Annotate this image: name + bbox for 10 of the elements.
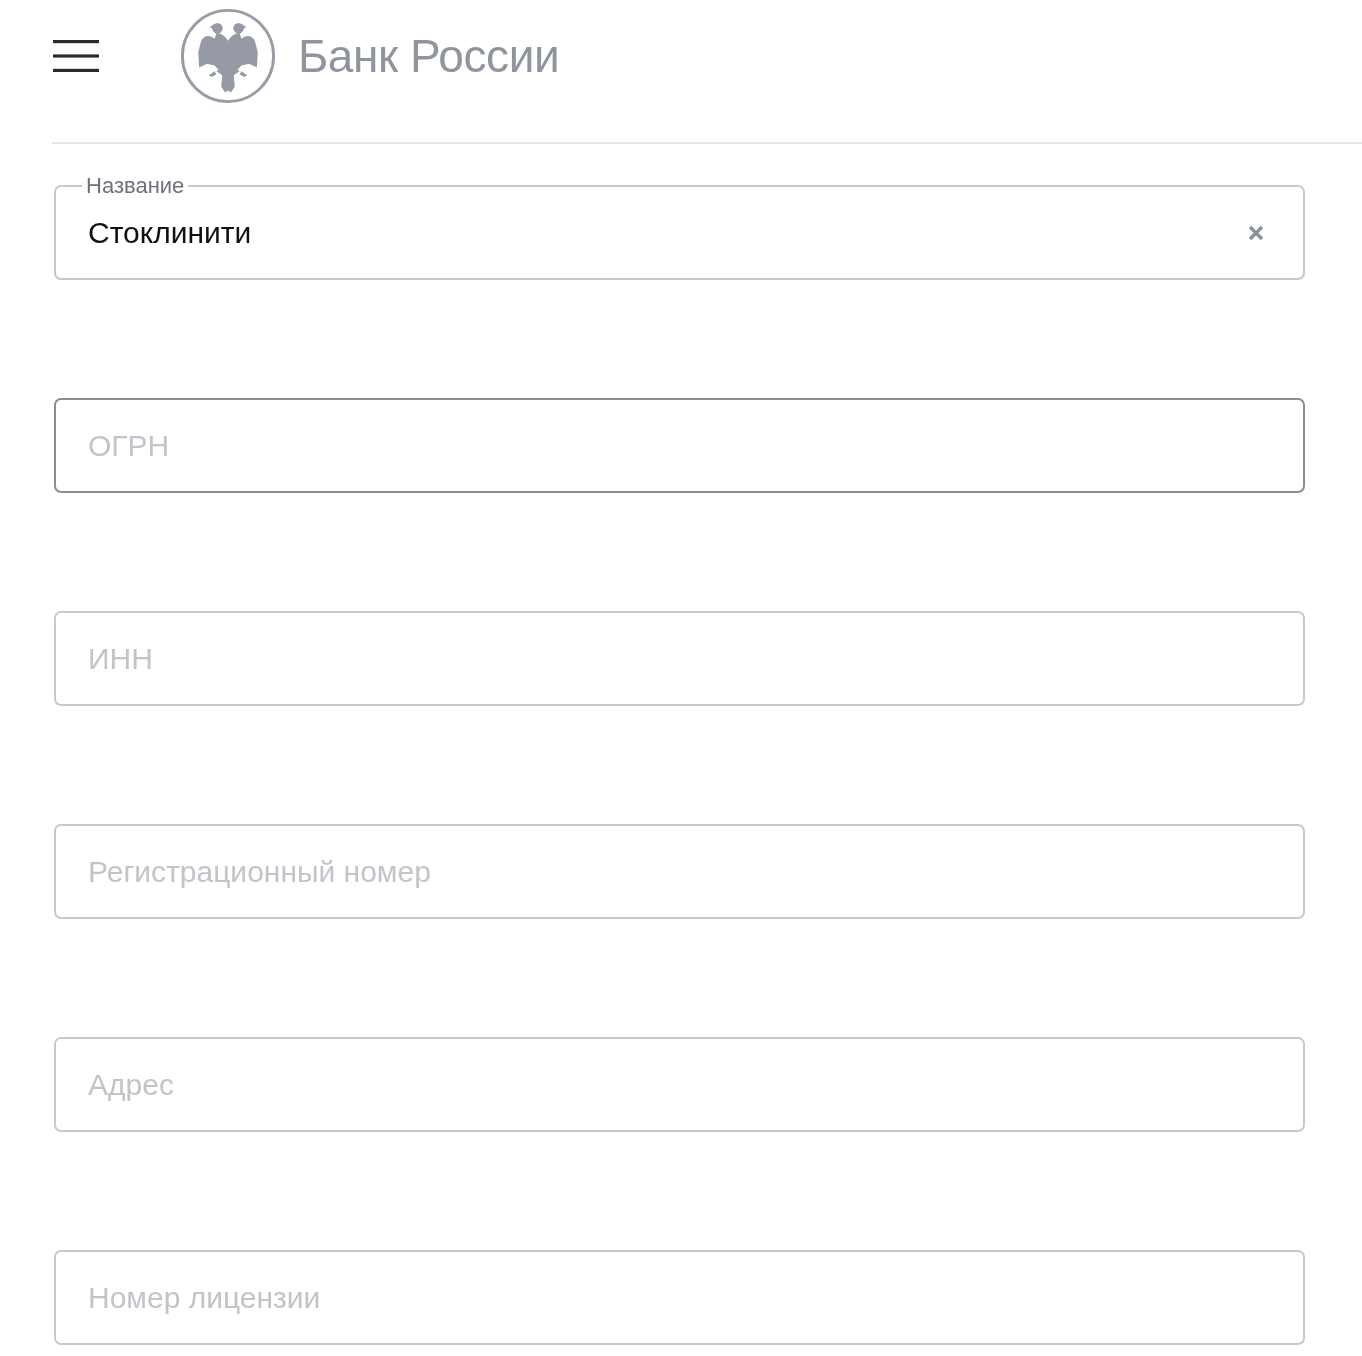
menu-icon[interactable] xyxy=(53,40,99,72)
text-field[interactable]: ОГРН xyxy=(54,398,1305,493)
eagle-emblem-icon xyxy=(180,8,276,104)
bank-title: Банк России xyxy=(298,33,560,79)
text-field[interactable]: ИНН xyxy=(54,611,1305,706)
field-label: Название xyxy=(85,174,186,198)
text-field[interactable]: Номер лицензии xyxy=(54,1250,1305,1345)
text-field[interactable]: Регистрационный номер xyxy=(54,824,1305,919)
clear-icon[interactable] xyxy=(1248,225,1264,241)
text-field[interactable]: Адрес xyxy=(54,1037,1305,1132)
